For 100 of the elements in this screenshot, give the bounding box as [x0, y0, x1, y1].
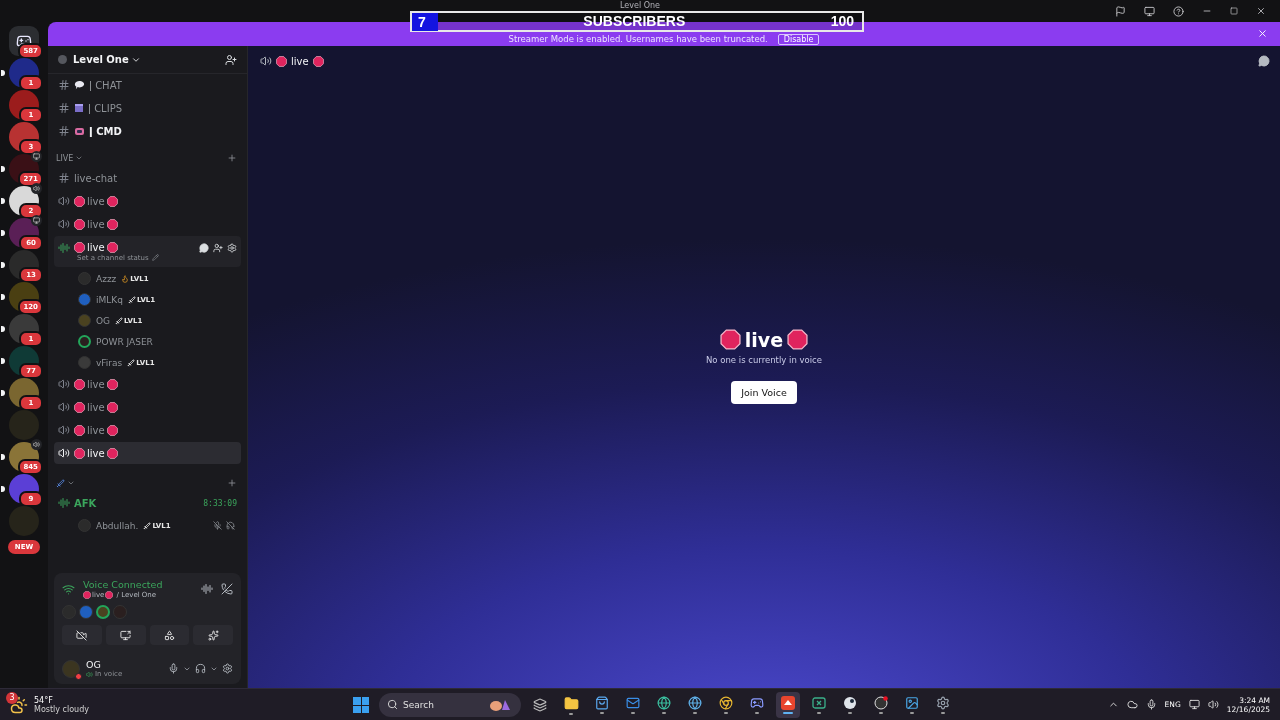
invite-icon[interactable]	[225, 53, 237, 66]
member-name: POWR JASER	[96, 336, 153, 347]
stop-sign-icon	[74, 218, 85, 230]
window-title: Level One	[620, 1, 660, 11]
pencil-icon	[151, 254, 159, 261]
microphone-icon[interactable]	[1145, 699, 1157, 710]
voice-member[interactable]: POWR JASER	[54, 331, 241, 352]
channel-name[interactable]: ǀ CHAT	[89, 79, 122, 91]
stop-sign-icon	[106, 195, 118, 207]
channel-name[interactable]: live	[74, 447, 118, 459]
channel-name[interactable]: live-chat	[74, 172, 118, 184]
member-name: Azzz	[96, 273, 117, 284]
channel-row[interactable]: AFK 8:33:09	[54, 492, 241, 514]
channel-row[interactable]: live	[54, 213, 241, 235]
join-voice-button[interactable]: Join Voice	[731, 380, 797, 404]
stop-sign-icon	[106, 447, 118, 459]
channel-name[interactable]: live	[74, 242, 118, 253]
close-icon[interactable]	[1256, 6, 1266, 16]
search-icon	[387, 699, 398, 710]
browser-icon	[657, 696, 671, 710]
stop-sign-icon	[74, 242, 85, 253]
add-channel-icon[interactable]	[227, 478, 237, 488]
category-header[interactable]	[56, 478, 75, 488]
channel-row[interactable]: ǀ CHAT	[54, 74, 241, 96]
channel-name[interactable]: AFK	[74, 497, 97, 509]
robot-icon	[74, 126, 85, 136]
task-view-icon	[533, 698, 547, 712]
subscriber-count: 7	[412, 12, 438, 31]
stop-sign-icon	[74, 401, 85, 413]
help-icon[interactable]	[1173, 5, 1184, 17]
channel-row[interactable]: ǀ CMD	[54, 120, 241, 142]
stop-sign-icon	[276, 55, 287, 67]
chevron-down-icon	[67, 479, 75, 487]
voice-status: Voice Connected	[83, 579, 164, 590]
channel-row[interactable]: live-chat	[54, 167, 241, 189]
hash-icon	[58, 79, 70, 91]
weather-icon[interactable]	[10, 695, 28, 714]
camera-button[interactable]	[62, 625, 102, 645]
channel-row[interactable]: live	[54, 396, 241, 418]
member-name: OG	[96, 315, 111, 326]
channel-name[interactable]: live	[74, 195, 118, 207]
add-channel-icon[interactable]	[227, 153, 237, 163]
temperature: 54°F	[34, 695, 54, 705]
channel-row[interactable]: live	[54, 190, 241, 212]
app-icon	[812, 696, 826, 710]
soundboard-button[interactable]	[193, 625, 233, 645]
speaker-icon	[58, 447, 70, 459]
sword-icon	[56, 478, 65, 488]
volume-icon[interactable]	[1207, 699, 1219, 710]
chat-icon[interactable]	[199, 242, 209, 253]
start-button[interactable]	[350, 694, 372, 716]
channel-name[interactable]: live	[74, 378, 118, 390]
avatar[interactable]	[96, 605, 110, 619]
stop-sign-icon	[74, 447, 85, 459]
signal-icon	[62, 582, 75, 596]
activities-button[interactable]	[149, 625, 190, 645]
channel-row[interactable]: ǀ CLIPS	[54, 97, 241, 119]
chat-icon[interactable]	[1258, 55, 1270, 67]
network-icon[interactable]	[1188, 699, 1200, 710]
flag-icon[interactable]	[1115, 5, 1126, 17]
disconnect-icon[interactable]	[221, 583, 233, 595]
screen-share-icon	[120, 629, 132, 641]
settings-icon[interactable]	[222, 663, 233, 674]
server-name[interactable]: Level One	[73, 54, 219, 65]
channel-name[interactable]: live	[74, 218, 118, 230]
app-icon	[781, 696, 795, 710]
channel-name[interactable]: live	[74, 424, 118, 436]
sword-icon	[115, 316, 124, 325]
invite-icon[interactable]	[213, 242, 223, 253]
channel-row[interactable]: live	[54, 419, 241, 441]
maximize-icon[interactable]	[1230, 7, 1238, 15]
avatar[interactable]	[62, 659, 80, 678]
category-header[interactable]: LIVE	[56, 153, 84, 163]
cloud-icon[interactable]	[1126, 699, 1138, 710]
channel-row[interactable]: live	[54, 373, 241, 395]
speaker-icon	[58, 401, 70, 413]
search-field[interactable]: Search	[379, 693, 521, 717]
monitor-icon[interactable]	[1144, 5, 1155, 17]
speaker-icon	[86, 670, 93, 678]
noise-suppression-icon[interactable]	[201, 583, 213, 595]
member-name: Abdullah.	[96, 520, 139, 531]
channel-name[interactable]: ǀ CMD	[89, 125, 122, 137]
disable-button[interactable]: Disable	[777, 33, 820, 45]
sparkles-icon	[207, 629, 219, 641]
chevron-down-icon	[75, 154, 84, 162]
avatar[interactable]	[79, 605, 93, 619]
taskbar-app[interactable]	[776, 692, 800, 718]
stop-sign-icon	[719, 329, 741, 350]
stop-sign-icon	[312, 55, 324, 67]
channel-name[interactable]: live	[74, 401, 118, 413]
mail-icon	[626, 696, 640, 710]
microphone-icon[interactable]	[168, 663, 179, 674]
channel-row[interactable]: live	[54, 442, 241, 464]
close-icon[interactable]	[1257, 28, 1268, 39]
settings-icon[interactable]	[227, 242, 237, 253]
stop-sign-icon	[74, 424, 85, 436]
channel-name[interactable]: ǀ CLIPS	[88, 102, 122, 114]
headphones-icon[interactable]	[195, 663, 206, 674]
screen-share-button[interactable]	[105, 625, 146, 645]
stop-sign-icon	[83, 591, 91, 599]
